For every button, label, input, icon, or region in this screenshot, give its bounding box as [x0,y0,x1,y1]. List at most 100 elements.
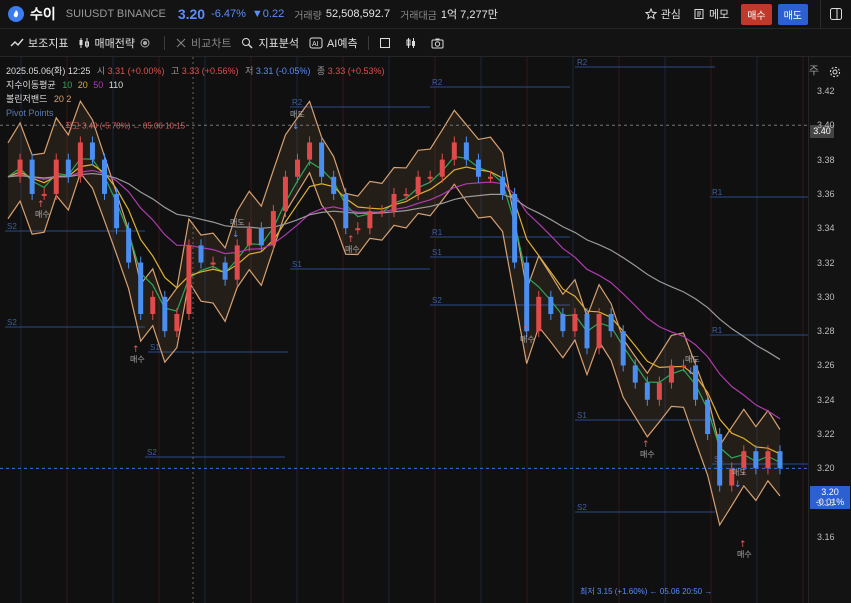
buy-signal-tag: 매수 [737,550,752,559]
candle-body [463,142,469,160]
candle-icon [406,37,415,48]
analysis-button[interactable]: 지표분석 [241,35,299,51]
axis-tick: 3.30 [817,291,835,302]
ema-label[interactable]: 지수이동평균 [6,80,56,90]
watch-label: 관심 [660,9,681,21]
pivot-label: S1 [292,260,302,269]
candle-body [89,142,95,160]
candle-body [439,159,445,177]
buy-signal-tag: 매수 [640,450,655,459]
candle-body [53,159,59,194]
candle-body [234,245,240,280]
indicator-icon [10,38,24,46]
volume-value: 52,508,592.7 [325,8,391,20]
divider [367,35,369,50]
bb-label[interactable]: 볼린저밴드 [6,94,47,104]
low-value: 3.31 (-0.05%) [255,66,311,76]
high-label: 고 [170,66,180,76]
time-band [388,57,390,603]
sell-button[interactable]: 매도 [777,3,808,25]
coin-name[interactable]: 수이 [30,4,56,24]
buy-signal-tag: 매수 [520,335,535,344]
pivot-label: R1 [712,326,723,335]
ema-110: 110 [108,80,124,90]
candle-body [560,314,566,332]
memo-button[interactable]: 메모 [693,6,729,22]
candle-body [319,142,325,177]
axis-tick: 3.26 [817,360,835,371]
analysis-icon [242,37,253,48]
open-label: 시 [96,66,106,76]
pivot-label: R2 [577,58,588,67]
candle-body [681,365,686,368]
time-band [756,57,758,603]
time-band [434,57,436,603]
panel-toggle-button[interactable] [820,0,851,28]
change-abs: ▼0.22 [251,8,285,20]
candle-body [500,176,506,194]
candle-body [536,296,542,332]
indicators-button[interactable]: 보조지표 [10,35,68,51]
candle-body [717,434,723,486]
ai-icon: AI [309,37,323,48]
candle-body [331,176,337,194]
memo-label: 메모 [708,9,730,21]
chart-frame-button[interactable] [379,37,395,49]
candle-body [765,451,771,469]
time-band [204,57,206,603]
axis-tick: 3.34 [817,223,835,234]
compare-button[interactable]: 비교차트 [175,35,231,51]
pivot-label: S2 [7,318,17,327]
ai-predict-button[interactable]: AI AI예측 [309,35,358,51]
axis-tick: 3.24 [817,394,835,405]
buy-arrow-icon: ↑ [37,200,45,210]
time-band [250,57,252,603]
buy-arrow-icon: ↑ [347,235,355,245]
pivot-label[interactable]: Pivot Points [6,108,54,118]
ohlc-date: 2025.05.06(화) 12:25 [6,66,91,76]
candle-body [343,193,349,229]
candle-body [307,142,313,160]
candle-body [668,365,674,383]
price-chart[interactable]: R2R2R1R1S1S2S1S2S2R1S1S2S1S2S1R2최고 3.40 … [0,57,808,603]
candle-body [753,451,759,469]
buy-button[interactable]: 매수 [741,3,772,25]
close-label: 종 [316,66,326,76]
current-price: 3.20 [177,6,206,22]
pivot-label: S2 [7,222,17,231]
candle-type-button[interactable] [405,37,421,49]
bb-params: 20 2 [53,94,72,104]
candle-body [475,159,481,177]
buy-signal-tag: 매수 [35,210,50,219]
candle-body [415,176,421,194]
time-band [112,57,114,603]
time-band [342,57,344,603]
buy-arrow-icon: ↑ [739,540,747,550]
sell-signal-tag: 매도 [230,218,245,227]
record-icon [140,38,150,47]
divider [163,35,165,50]
screenshot-button[interactable] [431,37,448,49]
candle-body [512,193,518,263]
candle-body [174,314,180,332]
star-icon [644,8,657,20]
candle-body [572,314,578,332]
buy-arrow-icon: ↑ [522,325,530,335]
strategy-button[interactable]: 매매전략 [78,35,153,51]
candle-body [126,228,132,263]
candle-body [403,193,409,196]
candle-body [41,193,47,196]
amount-label: 거래대금 [400,10,437,22]
watch-button[interactable]: 관심 [644,6,681,22]
candle-body [295,159,300,177]
change-percent: -6.47% [211,8,246,20]
ema-10: 10 [62,80,73,90]
axis-tick: 3.40 [817,120,835,131]
candle-body [17,159,23,177]
chart-background [0,57,808,603]
sell-arrow-icon: ↓ [232,230,240,240]
candle-body [210,262,216,265]
panel-icon [830,8,842,20]
memo-icon [694,9,704,19]
price-axis[interactable]: 3.40 3.20 -0.01% 3.42 3.40 3.38 3.36 3.34 3.3… [808,57,851,603]
